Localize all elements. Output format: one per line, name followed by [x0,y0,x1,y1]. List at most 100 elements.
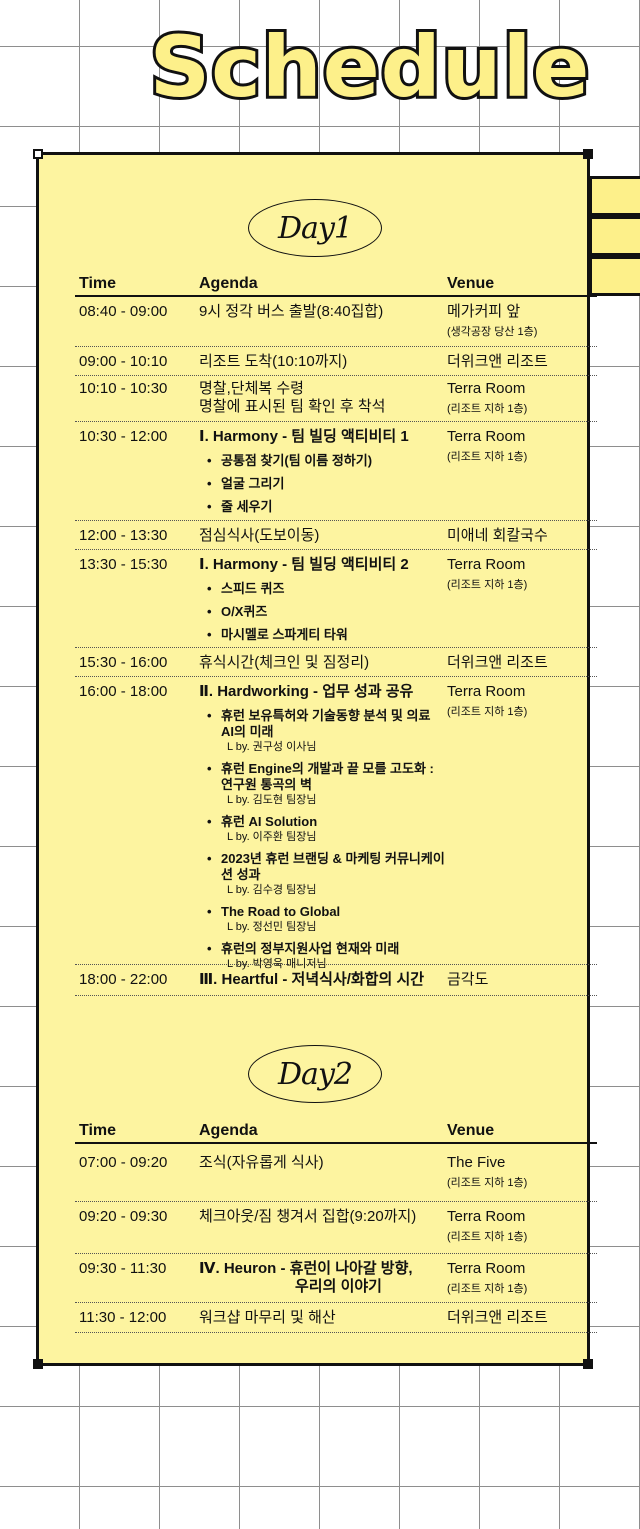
row-agenda: 휴식시간(체크인 및 짐정리) [199,654,370,671]
table-row: 13:30 - 15:30 Ⅰ. Harmony - 팀 빌딩 액티비티 2 스… [75,550,597,648]
row-agenda: 9시 정각 버스 출발(8:40집합) [199,303,384,320]
row-time: 12:00 - 13:30 [79,527,168,544]
row-venue: 더위크앤 리조트 [447,654,548,671]
corner-handle [33,149,43,159]
talk-speaker: L by. 이주환 팀장님 [227,831,317,843]
corner-handle [583,1359,593,1369]
table-row: 09:30 - 11:30 Ⅳ. Heuron - 휴런이 나아갈 방향, 우리의… [75,1254,597,1303]
row-venue: 금각도 [447,971,489,988]
row-time: 16:00 - 18:00 [79,683,168,700]
row-agenda-line2: 우리의 이야기 [295,1278,382,1295]
list-item: 줄 세우기 [199,499,447,515]
table-row: 09:20 - 09:30 체크아웃/짐 챙겨서 집합(9:20까지) Terr… [75,1202,597,1254]
row-time: 11:30 - 12:00 [79,1309,167,1326]
talk-title: 휴런의 정부지원사업 현재와 미래 [221,941,400,956]
corner-handle [583,149,593,159]
side-tab [589,216,640,256]
row-venue: Terra Room [447,683,526,700]
table-row: 11:30 - 12:00 워크샵 마무리 및 해산 더위크앤 리조트 [75,1303,597,1333]
talk-item: 휴런 Engine의 개발과 끝 모를 고도화 : 연구원 통곡의 벽 L by.… [199,761,447,807]
table-row: 15:30 - 16:00 휴식시간(체크인 및 짐정리) 더위크앤 리조트 [75,648,597,677]
row-agenda: Ⅰ. Harmony - 팀 빌딩 액티비티 1 [199,428,409,445]
talk-item: 휴런 AI Solution L by. 이주환 팀장님 [199,814,447,844]
talk-speaker: L by. 박영욱 매니저님 [227,958,327,970]
talk-title: 휴런 Engine의 개발과 끝 모를 고도화 : 연구원 통곡의 벽 [221,761,434,792]
talk-speaker: L by. 권구성 이사님 [227,741,317,753]
list-item: 얼굴 그리기 [199,476,447,492]
row-agenda-line2: 명찰에 표시된 팀 확인 후 착석 [199,398,386,415]
table-row: 16:00 - 18:00 Ⅱ. Hardworking - 업무 성과 공유 … [75,677,597,970]
row-agenda: 워크샵 마무리 및 해산 [199,1309,336,1326]
table-row: 10:30 - 12:00 Ⅰ. Harmony - 팀 빌딩 액티비티 1 공… [75,422,597,521]
list-item: 마시멜로 스파게티 타워 [199,627,447,643]
row-agenda: 리조트 도착(10:10까지) [199,353,348,370]
list-item: O/X퀴즈 [199,604,447,620]
talk-list: 휴런 보유특허와 기술동향 분석 및 의료 AI의 미래 L by. 권구성 이사… [199,708,447,971]
talk-speaker: L by. 김수경 팀장님 [227,884,317,896]
row-time: 10:30 - 12:00 [79,428,168,445]
row-time: 09:20 - 09:30 [79,1208,168,1225]
row-time: 07:00 - 09:20 [79,1154,168,1171]
row-venue: 더위크앤 리조트 [447,1309,548,1326]
header-time: Time [79,1122,117,1139]
talk-title: 휴런 보유특허와 기술동향 분석 및 의료 AI의 미래 [221,708,431,739]
row-venue-detail: (생각공장 당산 1층) [447,326,538,338]
side-tab [589,176,640,216]
row-time: 08:40 - 09:00 [79,303,168,320]
row-venue-detail: (리조트 지하 1층) [447,451,528,463]
talk-speaker: L by. 정선민 팀장님 [227,921,317,933]
row-venue: 미애네 회칼국수 [447,527,548,544]
talk-item: The Road to Global L by. 정선민 팀장님 [199,904,447,934]
row-agenda: 점심식사(도보이동) [199,527,320,544]
row-agenda: Ⅳ. Heuron - 휴런이 나아갈 방향, [199,1260,413,1277]
row-time: 09:00 - 10:10 [79,353,168,370]
row-agenda: 명찰,단체복 수령 [199,380,304,397]
row-venue: Terra Room [447,1260,526,1277]
header-agenda: Agenda [199,275,258,292]
row-venue: Terra Room [447,1208,526,1225]
list-item: 스피드 퀴즈 [199,581,447,597]
table-row: 08:40 - 09:00 9시 정각 버스 출발(8:40집합) 메가커피 앞… [75,297,597,347]
day1-badge: Day1 [248,199,382,257]
day2-header-row: Time Agenda Venue [75,1116,597,1144]
talk-speaker: L by. 김도현 팀장님 [227,794,317,806]
header-venue: Venue [447,275,495,292]
row-venue-detail: (리조트 지하 1층) [447,1283,528,1295]
row-time: 09:30 - 11:30 [79,1260,167,1277]
row-venue: Terra Room [447,556,526,573]
row-venue: Terra Room [447,428,526,445]
corner-handle [33,1359,43,1369]
table-row: 07:00 - 09:20 조식(자유롭게 식사) The Five (리조트 지… [75,1144,597,1202]
row-agenda: Ⅰ. Harmony - 팀 빌딩 액티비티 2 [199,556,409,573]
day1-table: Time Agenda Venue 08:40 - 09:00 9시 정각 버스… [75,269,597,996]
talk-item: 휴런 보유특허와 기술동향 분석 및 의료 AI의 미래 L by. 권구성 이사… [199,708,447,754]
row-venue: The Five [447,1154,506,1171]
talk-item: 휴런의 정부지원사업 현재와 미래 L by. 박영욱 매니저님 [199,941,447,971]
table-row: 09:00 - 10:10 리조트 도착(10:10까지) 더위크앤 리조트 [75,347,597,376]
row-agenda: 조식(자유롭게 식사) [199,1154,324,1171]
row-venue: 더위크앤 리조트 [447,353,548,370]
row-venue-detail: (리조트 지하 1층) [447,1177,528,1189]
day1-header-row: Time Agenda Venue [75,269,597,297]
row-time: 10:10 - 10:30 [79,380,168,397]
row-time: 15:30 - 16:00 [79,654,168,671]
row-venue-detail: (리조트 지하 1층) [447,1231,528,1243]
day2-table: Time Agenda Venue 07:00 - 09:20 조식(자유롭게 … [75,1116,597,1333]
table-row: 12:00 - 13:30 점심식사(도보이동) 미애네 회칼국수 [75,521,597,550]
row-agenda: Ⅲ. Heartful - 저녁식사/화합의 시간 [199,971,425,988]
row-venue-detail: (리조트 지하 1층) [447,706,528,718]
row-time: 18:00 - 22:00 [79,971,168,988]
table-row: 10:10 - 10:30 명찰,단체복 수령 명찰에 표시된 팀 확인 후 착석… [75,376,597,422]
page-title: Schedule [147,15,593,119]
talk-item: 2023년 휴런 브랜딩 & 마케팅 커뮤니케이션 성과 L by. 김수경 팀장… [199,851,447,897]
row-venue: 메가커피 앞 [447,303,521,320]
row-agenda: 체크아웃/짐 챙겨서 집합(9:20까지) [199,1208,417,1225]
row-agenda: Ⅱ. Hardworking - 업무 성과 공유 [199,683,414,700]
talk-title: 휴런 AI Solution [221,814,318,829]
talk-title: 2023년 휴런 브랜딩 & 마케팅 커뮤니케이션 성과 [221,851,445,882]
header-venue: Venue [447,1122,495,1139]
day2-badge: Day2 [248,1045,382,1103]
list-item: 공통점 찾기(팀 이름 정하기) [199,453,447,469]
activity-list: 공통점 찾기(팀 이름 정하기) 얼굴 그리기 줄 세우기 [199,453,447,515]
row-time: 13:30 - 15:30 [79,556,168,573]
